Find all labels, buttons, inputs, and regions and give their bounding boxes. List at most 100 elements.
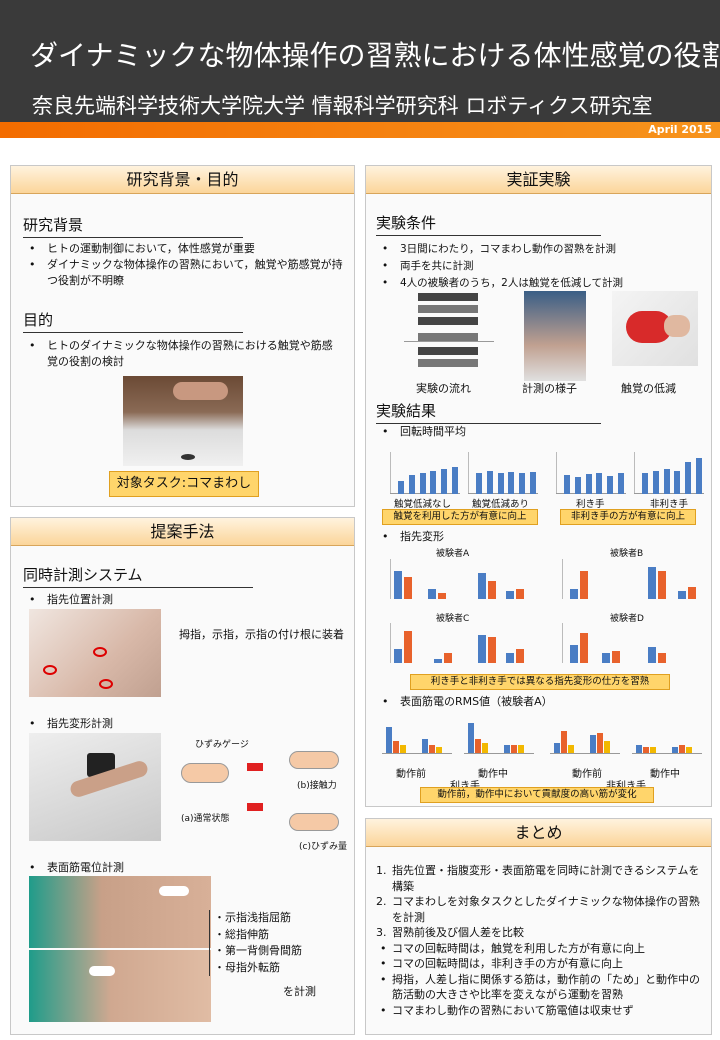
panel-title: 研究背景・目的 xyxy=(11,166,354,194)
measurement-photo xyxy=(524,291,586,381)
chart-bar xyxy=(674,471,681,494)
label-nondominant: 非利き手 xyxy=(650,499,689,510)
finger-position-photo xyxy=(29,609,161,697)
finger-b xyxy=(289,751,339,769)
list-item: 1. 指先位置・指腹変形・表面筋電を同時に計測できるシステムを構築 xyxy=(376,864,700,893)
conditions-list: 3日間にわたり，コマまわし動作の習熟を計測 両手を共に計測 4人の被験者のうち，… xyxy=(376,241,706,292)
arrow-down xyxy=(247,803,263,811)
chart-bar xyxy=(508,472,515,494)
chart-bar xyxy=(441,469,447,494)
chart-bar xyxy=(663,469,670,494)
purpose-list: ヒトのダイナミックな物体操作の習熟における触覚や筋感覚の役割の検討 xyxy=(23,338,343,370)
result3-note: 動作前，動作中において貢献度の高い筋が変化 xyxy=(420,787,654,803)
gauge-label: ひずみゲージ xyxy=(195,740,249,750)
summary-list: 1. 指先位置・指腹変形・表面筋電を同時に計測できるシステムを構築 2. コマまわし… xyxy=(374,863,706,1018)
caption-reduce: 触覚の低減 xyxy=(621,382,676,395)
list-item: ヒトのダイナミックな物体操作の習熟における触覚や筋感覚の役割の検討 xyxy=(23,338,343,370)
flow-diagram xyxy=(404,291,494,371)
chart-bar xyxy=(617,473,624,494)
top-spinning-photo xyxy=(123,376,243,466)
deform-chart-b xyxy=(552,559,702,599)
list-item: ヒトの運動制御において，体性感覚が重要 xyxy=(23,241,343,257)
experiment-panel: 実証実験 実験条件 3日間にわたり，コマまわし動作の習熟を計測 両手を共に計測 … xyxy=(365,165,712,807)
panel-title: 提案手法 xyxy=(11,518,354,546)
date-bar: April 2015 xyxy=(0,122,720,138)
chart-dominant xyxy=(556,452,626,494)
result1-note-a: 触覚を利用した方が有意に向上 xyxy=(382,509,538,525)
chart-bar xyxy=(685,462,691,494)
hand-shape xyxy=(173,382,228,400)
label-dominant: 利き手 xyxy=(576,499,605,510)
background-list: ヒトの運動制御において，体性感覚が重要 ダイナミックな物体操作の習熟において，触… xyxy=(23,241,343,289)
deform-chart-d xyxy=(552,623,702,663)
subject-b: 被験者B xyxy=(610,549,644,559)
deform-chart-c xyxy=(380,623,530,663)
chart-bar xyxy=(607,476,613,494)
background-panel: 研究背景・目的 研究背景 ヒトの運動制御において，体性感覚が重要 ダイナミックな… xyxy=(10,165,355,507)
chart-bar xyxy=(642,473,649,494)
label-a: (a)通常状態 xyxy=(181,814,230,824)
chart-bar xyxy=(451,467,458,494)
chart-bar xyxy=(529,472,536,494)
poster-title: ダイナミックな物体操作の習熟における体性感覚の役割 xyxy=(30,39,720,72)
emg-label: 動作前 xyxy=(396,769,426,780)
caption-flow: 実験の流れ xyxy=(416,382,471,395)
chart-no-reduction xyxy=(390,452,460,494)
date: April 2015 xyxy=(648,123,712,136)
list-item: ダイナミックな物体操作の習熟において，触覚や筋感覚が持つ役割が不明瞭 xyxy=(23,257,343,289)
chart-bar xyxy=(564,475,571,494)
method-panel: 提案手法 同時計測システム 指先位置計測 拇指，示指，示指の付け根に装着 指先変… xyxy=(10,517,355,1035)
result2: 指先変形 xyxy=(376,529,444,545)
task-label: 対象タスク:コマまわし xyxy=(109,471,259,497)
subject-a: 被験者A xyxy=(436,549,470,559)
chart-bar xyxy=(575,477,581,494)
emg-photo-2 xyxy=(29,950,211,1022)
deform-chart-a xyxy=(380,559,530,599)
list-item: • コマまわし動作の習熟において筋電値は収束せず xyxy=(380,1003,634,1017)
chart-bar xyxy=(398,481,405,494)
result1-note-b: 非利き手の方が有意に向上 xyxy=(560,509,696,525)
chart-bar xyxy=(695,458,702,494)
section-heading: 研究背景 xyxy=(23,214,243,238)
arrow-up xyxy=(247,763,263,771)
electrode xyxy=(89,966,115,976)
item1-desc: 拇指，示指，示指の付け根に装着 xyxy=(179,628,344,641)
poster-header: ダイナミックな物体操作の習熟における体性感覚の役割 奈良先端科学技術大学院大学 … xyxy=(0,0,720,122)
deformation-diagram: ひずみゲージ (a)通常状態 (b)接触力 (c)ひずみ量 xyxy=(171,733,351,853)
chart-bar xyxy=(409,475,415,494)
muscle-suffix: を計測 xyxy=(283,985,316,998)
emg-photo-1 xyxy=(29,876,211,948)
list-item: • 拇指，人差し指に関係する筋は，動作前の「ため」と動作中の筋活動の大きさや比率を… xyxy=(380,972,700,1002)
label-with-reduction: 触覚低減あり xyxy=(472,499,530,510)
chart-nondominant xyxy=(634,452,704,494)
marker-circle xyxy=(99,679,113,689)
chart-bar xyxy=(487,471,493,494)
list-item: 2. コマまわしを対象タスクとしたダイナミックな物体操作の習熟を計測 xyxy=(376,895,700,924)
chart-bar xyxy=(476,473,483,494)
marker-circle xyxy=(93,647,107,657)
label-c: (c)ひずみ量 xyxy=(299,842,347,852)
section-heading: 実験条件 xyxy=(376,212,601,236)
emg-charts xyxy=(380,714,705,754)
label-no-reduction: 触覚低減なし xyxy=(394,499,452,510)
emg-label: 動作前 xyxy=(572,769,602,780)
list-item: • コマの回転時間は，非利き手の方が有意に向上 xyxy=(380,957,623,970)
list-item: 3. 習熟前後及び個人差を比較 xyxy=(376,926,524,939)
summary-panel: まとめ 1. 指先位置・指腹変形・表面筋電を同時に計測できるシステムを構築 2. コ… xyxy=(365,818,712,1035)
chart-bar xyxy=(585,474,592,494)
section-heading: 実験結果 xyxy=(376,400,601,424)
top-shape xyxy=(181,454,195,460)
emg-label: 動作中 xyxy=(478,769,508,780)
electrode xyxy=(159,886,189,896)
panel-title: 実証実験 xyxy=(366,166,711,194)
caption-measure: 計測の様子 xyxy=(522,382,577,395)
muscle-list: ・示指浅指屈筋 ・総指伸筋 ・第一背側骨間筋 ・母指外転筋 xyxy=(209,910,349,976)
result2-note: 利き手と非利き手では異なる指先変形の仕方を習熟 xyxy=(410,674,670,690)
section-heading: 同時計測システム xyxy=(23,564,253,588)
emg-label: 動作中 xyxy=(650,769,680,780)
result3: 表面筋電のRMS値（被験者A） xyxy=(376,694,553,710)
item2: 指先変形計測 xyxy=(23,716,113,732)
list-item: • コマの回転時間は，触覚を利用した方が有意に向上 xyxy=(380,941,645,955)
chart-bar xyxy=(519,473,525,494)
result1: 回転時間平均 xyxy=(376,424,466,440)
